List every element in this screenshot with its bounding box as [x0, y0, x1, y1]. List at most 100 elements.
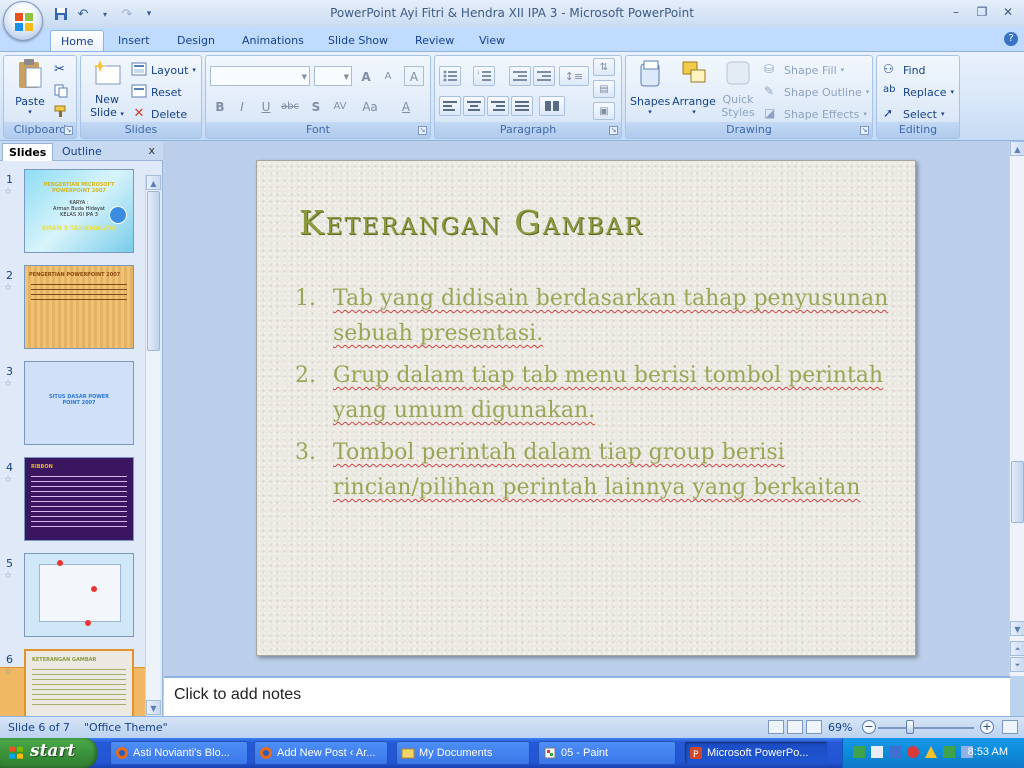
shape-fill-button[interactable]: ⛁ Shape Fill ▾	[764, 60, 844, 80]
text-shadow-button[interactable]: S	[306, 96, 326, 116]
clipboard-launcher-icon[interactable]: ↘	[64, 126, 73, 135]
redo-icon[interactable]: ↷	[118, 5, 136, 23]
monitor-icon[interactable]	[871, 746, 883, 758]
normal-view-icon[interactable]	[768, 720, 784, 734]
align-right-button[interactable]	[487, 96, 509, 116]
tab-slides[interactable]: Slides	[2, 143, 54, 161]
font-color-button[interactable]: A	[396, 96, 416, 116]
fit-to-window-icon[interactable]	[1002, 720, 1018, 734]
drawing-launcher-icon[interactable]: ↘	[860, 126, 869, 135]
taskbar-item[interactable]: P Microsoft PowerPo...	[684, 741, 828, 765]
line-spacing-button[interactable]: ↕≡	[559, 66, 589, 86]
tab-design[interactable]: Design	[167, 30, 225, 52]
increase-indent-button[interactable]	[533, 66, 555, 86]
slide-thumbnail-3[interactable]: SITUS DASAR POWER POINT 2007	[24, 361, 134, 445]
slide-thumbnail-5[interactable]	[24, 553, 134, 637]
reset-button[interactable]: Reset	[131, 82, 182, 102]
bullets-button[interactable]	[439, 66, 461, 86]
layout-button[interactable]: Layout ▾	[131, 60, 196, 80]
numbering-button[interactable]: 1	[473, 66, 495, 86]
zoom-out-icon[interactable]: −	[862, 720, 876, 734]
slides-pane-scrollbar[interactable]: ▲ ▼	[145, 175, 161, 715]
tab-home[interactable]: Home	[50, 30, 105, 52]
zoom-level[interactable]: 69%	[828, 721, 852, 734]
quick-styles-button[interactable]: Quick Styles ▾	[718, 58, 758, 132]
tab-animations[interactable]: Animations	[232, 30, 314, 52]
font-name-combo[interactable]: ▼	[210, 66, 310, 86]
italic-button[interactable]: I	[232, 96, 252, 116]
minimize-button[interactable]: –	[948, 4, 964, 20]
arrange-button[interactable]: Arrange ▾	[672, 58, 716, 116]
slide-thumbnail-2[interactable]: PENGERTIAN POWERPOINT 2007	[24, 265, 134, 349]
delete-slide-button[interactable]: ✕ Delete	[131, 104, 188, 124]
office-button[interactable]	[3, 1, 43, 41]
scrollbar-thumb[interactable]	[1011, 461, 1024, 523]
text-direction-button[interactable]: ⇅	[593, 58, 615, 76]
scroll-up-icon[interactable]: ▲	[1010, 141, 1024, 156]
grow-font-button[interactable]: A	[356, 66, 376, 86]
align-center-button[interactable]	[463, 96, 485, 116]
copy-button[interactable]	[54, 82, 70, 102]
clear-formatting-icon[interactable]: A	[404, 66, 424, 86]
shape-outline-button[interactable]: ✎ Shape Outline ▾	[764, 82, 869, 102]
tab-insert[interactable]: Insert	[108, 30, 160, 52]
font-launcher-icon[interactable]: ↘	[418, 126, 427, 135]
previous-slide-icon[interactable]: ⏶	[1010, 641, 1024, 656]
decrease-indent-button[interactable]	[509, 66, 531, 86]
slide-thumbnail-1[interactable]: PENGERTIAN MICROSOFT POWERPOINT 2007 KAR…	[24, 169, 134, 253]
slide-show-view-icon[interactable]	[806, 720, 822, 734]
tab-slide-show[interactable]: Slide Show	[318, 30, 398, 52]
taskbar-item[interactable]: My Documents	[396, 741, 530, 765]
scroll-up-icon[interactable]: ▲	[146, 175, 161, 190]
shrink-font-button[interactable]: A	[378, 66, 398, 86]
scroll-down-icon[interactable]: ▼	[1010, 621, 1024, 636]
zoom-in-icon[interactable]: +	[980, 720, 994, 734]
new-slide-button[interactable]: New Slide ▾	[87, 58, 127, 119]
smartart-button[interactable]: ▣	[593, 102, 615, 120]
font-size-combo[interactable]: ▼	[314, 66, 352, 86]
strikethrough-button[interactable]: abc	[280, 96, 300, 116]
warning-icon[interactable]	[925, 746, 937, 758]
cut-button[interactable]: ✂	[54, 60, 70, 80]
paragraph-launcher-icon[interactable]: ↘	[609, 126, 618, 135]
next-slide-icon[interactable]: ⏷	[1010, 657, 1024, 672]
align-left-button[interactable]	[439, 96, 461, 116]
slide-sorter-view-icon[interactable]	[787, 720, 803, 734]
notes-pane[interactable]: Click to add notes	[164, 676, 1010, 716]
tab-view[interactable]: View	[469, 30, 515, 52]
align-text-button[interactable]: ▤	[593, 80, 615, 98]
paste-button[interactable]: Paste ▾	[10, 58, 50, 116]
scroll-down-icon[interactable]: ▼	[146, 700, 161, 715]
slide-scrollbar[interactable]: ▲ ▼ ⏶ ⏷	[1009, 141, 1024, 676]
find-button[interactable]: ⚇ Find	[883, 60, 926, 80]
security-icon[interactable]	[907, 746, 919, 758]
close-button[interactable]: ✕	[1000, 4, 1016, 20]
shapes-button[interactable]: Shapes ▾	[630, 58, 670, 116]
slide-thumbnail-4[interactable]: RIBBON	[24, 457, 134, 541]
zoom-slider-knob[interactable]	[906, 720, 914, 734]
help-icon[interactable]: ?	[1004, 32, 1018, 46]
shape-effects-button[interactable]: ◪ Shape Effects ▾	[764, 104, 867, 124]
network-icon[interactable]	[853, 746, 865, 758]
start-button[interactable]: start	[0, 738, 97, 768]
slide-title[interactable]: Keterangan Gambar	[299, 203, 644, 242]
tab-review[interactable]: Review	[405, 30, 464, 52]
slide-thumbnail-6[interactable]: KETERANGAN GAMBAR	[24, 649, 134, 716]
change-case-button[interactable]: Aa	[360, 96, 380, 116]
character-spacing-button[interactable]: AV	[330, 96, 350, 116]
taskbar-item[interactable]: Add New Post ‹ Ar...	[254, 741, 388, 765]
bluetooth-icon[interactable]	[889, 746, 901, 758]
undo-icon[interactable]: ↶	[74, 5, 92, 23]
save-icon[interactable]	[52, 5, 70, 23]
format-painter-button[interactable]	[54, 102, 70, 122]
bold-button[interactable]: B	[210, 96, 230, 116]
zoom-slider[interactable]	[878, 727, 974, 729]
select-button[interactable]: ➚ Select ▾	[883, 104, 944, 124]
restore-button[interactable]: ❐	[974, 4, 990, 20]
antivirus-icon[interactable]	[943, 746, 955, 758]
scrollbar-thumb[interactable]	[147, 191, 160, 351]
justify-button[interactable]	[511, 96, 533, 116]
undo-dropdown-icon[interactable]: ▾	[96, 5, 114, 23]
taskbar-item[interactable]: 05 - Paint	[538, 741, 676, 765]
replace-button[interactable]: ab Replace ▾	[883, 82, 954, 102]
